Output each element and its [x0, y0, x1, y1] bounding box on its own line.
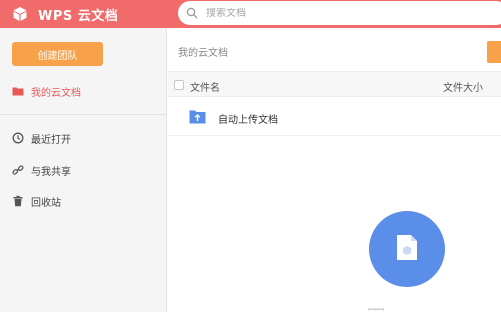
- upload-folder-icon: [189, 109, 206, 124]
- sidebar: 创建团队 我的云文档 最近打开 与我共享 回收站: [0, 28, 167, 312]
- sidebar-divider: [0, 114, 166, 115]
- breadcrumb[interactable]: 我的云文档: [178, 44, 228, 59]
- trash-icon: [12, 195, 24, 207]
- empty-state-illustration: [369, 211, 445, 287]
- sidebar-item-trash[interactable]: 回收站: [12, 192, 61, 210]
- main-content: 我的云文档 文件名 文件大小 自动上传文档 ꟷꟷ: [168, 28, 501, 312]
- file-name: 自动上传文档: [218, 115, 278, 126]
- select-all-checkbox[interactable]: [174, 80, 184, 90]
- folder-icon: [12, 85, 24, 97]
- app-brand[interactable]: WPS 云文档: [12, 0, 118, 28]
- app-title: WPS 云文档: [38, 8, 119, 24]
- sidebar-item-label: 我的云文档: [31, 87, 81, 99]
- sidebar-item-label: 最近打开: [31, 134, 71, 146]
- file-list-header: 文件名 文件大小: [168, 71, 501, 97]
- top-bar: WPS 云文档: [0, 0, 501, 28]
- sidebar-item-label: 回收站: [31, 197, 61, 209]
- create-team-button[interactable]: 创建团队: [12, 42, 103, 66]
- search-icon: [186, 7, 198, 19]
- column-header-size[interactable]: 文件大小: [443, 79, 483, 94]
- document-icon: [396, 234, 418, 264]
- new-button[interactable]: [487, 41, 501, 63]
- file-row[interactable]: 自动上传文档: [168, 99, 501, 136]
- sidebar-item-my-cloud-docs[interactable]: 我的云文档: [12, 82, 81, 100]
- sidebar-item-recent[interactable]: 最近打开: [12, 129, 71, 147]
- search-input[interactable]: [206, 7, 486, 19]
- clock-icon: [12, 132, 24, 144]
- link-icon: [12, 164, 24, 176]
- column-header-name[interactable]: 文件名: [190, 79, 220, 94]
- sidebar-item-label: 与我共享: [31, 166, 71, 178]
- empty-state-text: ꟷꟷ: [368, 305, 385, 312]
- cube-logo-icon: [12, 6, 28, 22]
- search-box[interactable]: [178, 1, 501, 25]
- sidebar-item-shared[interactable]: 与我共享: [12, 161, 71, 179]
